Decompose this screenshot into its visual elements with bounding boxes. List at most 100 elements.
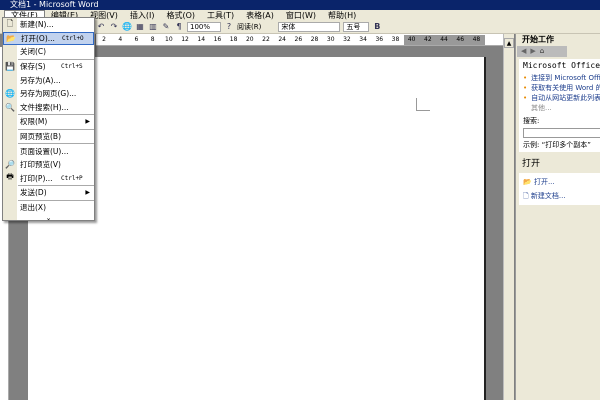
search-example: 示例: “打印多个副本”	[523, 141, 591, 149]
ruler-tick-label: 2	[102, 36, 106, 43]
forward-icon[interactable]: ▶	[530, 46, 535, 57]
ruler-tick-label: 20	[245, 36, 254, 43]
menu-item-label: 另存为(A)...	[20, 75, 61, 85]
menu-6[interactable]: 表格(A)	[240, 11, 280, 21]
ruler-tick-label: 22	[262, 36, 270, 43]
task-pane-nav: ◀ ▶ ⌂	[517, 46, 567, 57]
ruler-tick-label: 46	[452, 34, 469, 45]
submenu-arrow-icon: ▶	[85, 118, 90, 126]
zoom-select[interactable]: 100%	[187, 22, 221, 32]
new-document-link[interactable]: 🗋 新建文档...	[523, 189, 596, 203]
file-menu-item[interactable]: 🗋 新建(N)...	[3, 18, 94, 32]
file-menu-item[interactable]: 🌐 另存为网页(G)...	[3, 87, 94, 101]
home-icon[interactable]: ⌂	[540, 46, 544, 57]
ruler-tick-label: 40	[403, 34, 420, 45]
ruler-tick-label: 4	[118, 36, 123, 43]
ruler-tick-label: 44	[435, 34, 453, 45]
horizontal-ruler[interactable]: 2 4 6 8 10 12 14 16 18 20 22 24 26 28 30 32 34 36 38 40 42 44…	[96, 34, 504, 46]
open-folder-icon: 📂	[6, 33, 16, 43]
menu-item-label: 保存(S)	[20, 62, 46, 72]
menu-item-label: 文件搜索(H)...	[20, 102, 69, 112]
hyperlink-icon[interactable]: 🌐	[122, 22, 132, 32]
menu-item-label: 关闭(C)	[20, 47, 47, 57]
office-link[interactable]: 自动从网站更新此列表	[523, 93, 600, 103]
ruler-tick-label: 8	[150, 36, 155, 43]
file-menu-item[interactable]: 发送(D) ▶	[3, 186, 94, 200]
save-web-icon: 🌐	[5, 89, 15, 99]
menu-item-label: 网页预览(B)	[20, 132, 61, 142]
office-link[interactable]: 获取有关使用 Word 的最新新闻	[523, 83, 600, 93]
ruler-tick-label: 6	[134, 36, 139, 43]
ruler-tick-label: 18	[229, 36, 238, 43]
undo-icon[interactable]: ↶	[96, 22, 106, 32]
ruler-tick-label: 38	[391, 36, 400, 43]
file-menu-item[interactable]: 关闭(C)	[3, 45, 94, 59]
table-icon[interactable]: ▦	[135, 22, 145, 32]
scroll-up-icon[interactable]: ▲	[504, 38, 514, 48]
redo-icon[interactable]: ↷	[109, 22, 119, 32]
menu-shortcut: Ctrl+S	[61, 63, 83, 71]
menu-item-label: 权限(M)	[20, 117, 48, 127]
file-menu-item[interactable]: 💾 保存(S) Ctrl+S	[3, 60, 94, 74]
open-heading: 打开	[516, 152, 600, 171]
print-preview-icon: 🔎	[5, 160, 15, 170]
ruler-tick-label: 16	[213, 36, 222, 43]
font-select[interactable]: 宋体	[278, 22, 341, 32]
ruler-tick-label: 48	[468, 34, 485, 45]
bold-button[interactable]: B	[372, 22, 382, 32]
drawing-icon[interactable]: ✎	[161, 22, 171, 32]
menu-7[interactable]: 窗口(W)	[280, 11, 322, 21]
open-link[interactable]: 📂 打开...	[523, 175, 596, 189]
ruler-tick-label: 32	[343, 36, 351, 43]
office-title: Microsoft Office	[523, 61, 600, 70]
new-doc-icon: 🗋	[6, 18, 14, 28]
margin-corner-mark	[416, 98, 430, 111]
file-menu-item[interactable]: 退出(X)	[3, 201, 94, 215]
vertical-scrollbar[interactable]: ▲	[503, 34, 514, 400]
help-icon[interactable]: ?	[224, 22, 234, 32]
more-link[interactable]: 其他...	[523, 103, 596, 113]
save-icon: 💾	[5, 62, 15, 72]
menu-shortcut: Ctrl+O	[62, 34, 84, 42]
task-pane-title: 开始工作	[522, 35, 554, 44]
menu-item-label: 打印预览(V)	[20, 160, 61, 170]
search-input[interactable]	[523, 128, 600, 138]
file-search-icon: 🔍	[5, 102, 15, 112]
menu-item-label: 打开(O)...	[21, 33, 55, 43]
read-button[interactable]: 阅读(R)	[237, 22, 261, 32]
ruler-tick-label: 36	[375, 36, 384, 43]
menu-4[interactable]: 格式(O)	[160, 11, 201, 21]
submenu-arrow-icon: ▶	[85, 189, 90, 197]
file-menu-item[interactable]: 网页预览(B)	[3, 130, 94, 144]
office-link[interactable]: 连接到 Microsoft Office Online	[523, 73, 600, 83]
menu-item-label: 发送(D)	[20, 188, 47, 198]
file-menu-item[interactable]: 权限(M) ▶	[3, 115, 94, 129]
columns-icon[interactable]: ▥	[148, 22, 158, 32]
menu-3[interactable]: 插入(I)	[124, 11, 161, 21]
font-size-select[interactable]: 五号	[343, 22, 370, 32]
menu-8[interactable]: 帮助(H)	[322, 11, 362, 21]
file-menu-item[interactable]: 另存为(A)...	[3, 73, 94, 87]
file-menu-item[interactable]: 🔎 打印预览(V)	[3, 158, 94, 172]
office-online-section: Microsoft Office 连接到 Microsoft Office On…	[519, 59, 600, 152]
print-icon: 🖶	[6, 172, 14, 182]
file-menu-item[interactable]: 📂 打开(O)... Ctrl+O	[3, 31, 94, 46]
file-menu-item[interactable]: 页面设置(U)...	[3, 144, 94, 158]
window-title: 文档1 - Microsoft Word	[10, 0, 99, 9]
ruler-tick-label: 14	[197, 36, 206, 43]
menu-5[interactable]: 工具(T)	[201, 11, 240, 21]
ruler-tick-label: 24	[278, 36, 286, 43]
show-hide-icon[interactable]: ¶	[174, 22, 184, 32]
ruler-tick-label: 10	[165, 36, 173, 43]
ruler-tick-label: 42	[419, 34, 436, 45]
menu-shortcut: Ctrl+P	[61, 174, 83, 182]
menu-item-label: 打印(P)...	[20, 173, 53, 183]
file-menu-dropdown: 🗋 新建(N)... 📂 打开(O)... Ctrl+O 关闭(C) 💾 保存(S) Ctrl+…	[2, 17, 95, 222]
menu-item-label: 新建(N)...	[20, 20, 54, 30]
file-menu-item[interactable]: 🔍 文件搜索(H)...	[3, 101, 94, 115]
ruler-tick-label: 26	[294, 36, 303, 43]
file-menu-item[interactable]: 🖶 打印(P)... Ctrl+P	[3, 172, 94, 186]
back-icon[interactable]: ◀	[521, 46, 526, 57]
task-pane: 开始工作 ◀ ▶ ⌂ Microsoft Office 连接到 Microsof…	[515, 34, 600, 400]
ruler-tick-label: 12	[181, 36, 189, 43]
